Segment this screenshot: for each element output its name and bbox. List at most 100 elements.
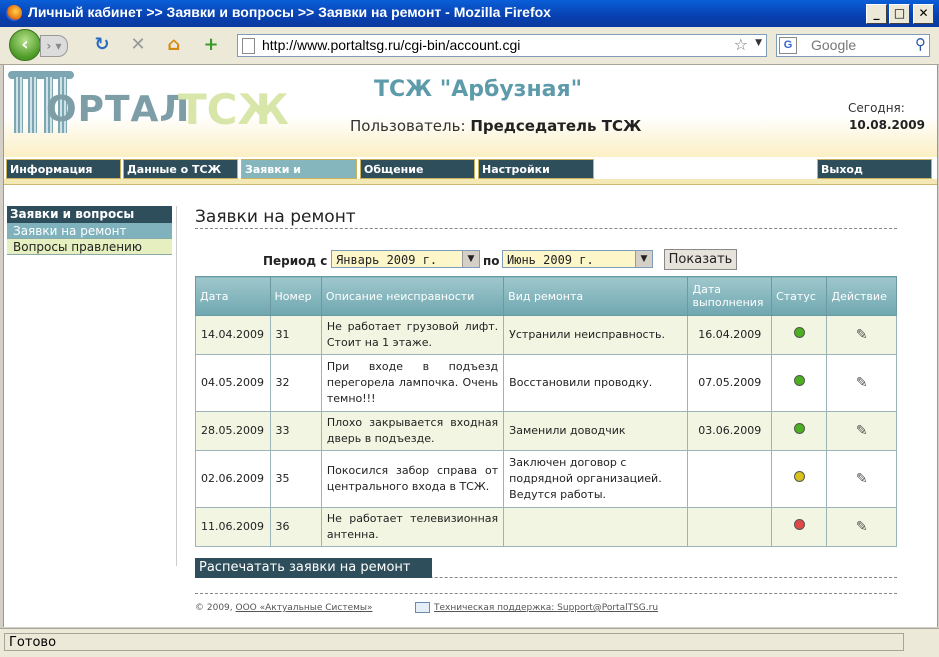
today-label: Сегодня: (848, 101, 905, 115)
cell-description: Плохо закрывается входная дверь в подъез… (320, 411, 505, 451)
support-link[interactable]: Техническая поддержка: Support@PortalTSG… (434, 603, 658, 613)
search-icon[interactable]: ⚲ (915, 35, 926, 53)
col-repair-type: Вид ремонта (503, 276, 689, 316)
footer-copyright: © 2009, ООО «Актуальные Системы» (195, 603, 373, 613)
menu-item-requests[interactable]: Заявки и вопросы (241, 159, 357, 196)
user-label: Пользователь: (350, 117, 466, 135)
edit-pencil-icon[interactable]: ✎ (856, 471, 868, 487)
cell-description: При входе в подъезд перегорела лампочка.… (320, 354, 505, 412)
period-to-label: по (483, 254, 500, 268)
sidebar-heading: Заявки и вопросы (7, 206, 172, 223)
requests-table: Дата Номер Описание неисправности Вид ре… (195, 276, 897, 547)
chevron-down-icon[interactable]: ▼ (462, 251, 479, 267)
back-button[interactable]: ‹ (9, 29, 41, 61)
page-icon (242, 38, 255, 54)
status-dot-icon (793, 519, 805, 530)
stop-icon[interactable]: ✕ (127, 34, 149, 56)
menu-item-communication[interactable]: Общение (360, 159, 475, 179)
footer-support: Техническая поддержка: Support@PortalTSG… (434, 603, 658, 613)
cell-action: ✎ (826, 354, 897, 412)
table-row: 02.06.2009 35 Покосился забор справа от це… (195, 450, 897, 508)
menu-item-logout[interactable]: Выход (817, 159, 932, 179)
period-to-select[interactable]: Июнь 2009 г. ▼ (502, 250, 653, 268)
period-from-value: Январь 2009 г. (336, 253, 438, 267)
chevron-down-icon[interactable]: ▼ (635, 251, 652, 267)
cell-action: ✎ (826, 450, 897, 508)
print-requests-button[interactable]: Распечатать заявки на ремонт (195, 558, 432, 578)
cell-status (771, 315, 828, 355)
sidebar-item-board-questions[interactable]: Вопросы правлению (7, 239, 172, 255)
show-button[interactable]: Показать (664, 249, 737, 270)
close-button[interactable]: ✕ (913, 4, 934, 24)
page-title: Заявки на ремонт (195, 207, 356, 227)
today-value: 10.08.2009 (849, 118, 925, 132)
cell-status (771, 450, 828, 508)
chevron-down-icon[interactable]: ▼ (755, 38, 762, 48)
cell-date: 11.06.2009 (195, 507, 271, 547)
menu-item-settings[interactable]: Настройки (478, 159, 594, 179)
reload-icon[interactable]: ↻ (91, 34, 113, 56)
site-title: ТСЖ "Арбузная" (374, 77, 583, 102)
company-link[interactable]: ООО «Актуальные Системы» (236, 603, 373, 613)
cell-done-date: 03.06.2009 (687, 411, 773, 451)
cell-status (771, 507, 828, 547)
cell-status (771, 354, 828, 412)
divider (195, 593, 897, 594)
cell-number: 32 (269, 354, 322, 412)
minimize-button[interactable]: _ (866, 4, 887, 24)
cell-repair-type: Заменили доводчик (503, 411, 689, 451)
menu-strip (4, 179, 937, 185)
mail-icon (415, 602, 430, 613)
cell-date: 02.06.2009 (195, 450, 271, 508)
browser-statusbar: Готово (0, 628, 939, 657)
window-title: Личный кабинет >> Заявки и вопросы >> За… (28, 4, 551, 20)
col-done-date: Дата выполнения (687, 276, 773, 316)
maximize-button[interactable]: □ (889, 4, 910, 24)
search-placeholder: Google (811, 37, 857, 53)
cell-repair-type: Восстановили проводку. (503, 354, 689, 412)
period-to-value: Июнь 2009 г. (507, 253, 594, 267)
cell-done-date (687, 450, 773, 508)
cell-repair-type: Заключен договор с подрядной организацие… (503, 450, 689, 508)
cell-number: 36 (269, 507, 322, 547)
bookmark-star-icon[interactable]: ☆ (734, 35, 748, 54)
edit-pencil-icon[interactable]: ✎ (856, 423, 868, 439)
cell-action: ✎ (826, 315, 897, 355)
cell-date: 28.05.2009 (195, 411, 271, 451)
new-tab-icon[interactable]: + (200, 34, 222, 56)
period-from-label: Период с (263, 254, 328, 268)
table-row: 04.05.2009 32 При входе в подъезд перегоре… (195, 354, 897, 412)
url-text: http://www.portaltsg.ru/cgi-bin/account.… (262, 37, 521, 53)
menu-item-info[interactable]: Информация (6, 159, 121, 179)
forward-button[interactable]: › ▾ (40, 35, 68, 57)
edit-pencil-icon[interactable]: ✎ (856, 519, 868, 535)
site-header: ОРТАЛ ТСЖ ТСЖ "Арбузная" Пользователь: П… (4, 65, 937, 157)
cell-done-date: 16.04.2009 (687, 315, 773, 355)
cell-action: ✎ (826, 507, 897, 547)
user-info: Пользователь: Председатель ТСЖ (350, 117, 641, 135)
home-icon[interactable]: ⌂ (163, 34, 185, 56)
col-number: Номер (269, 276, 322, 316)
cell-number: 35 (269, 450, 322, 508)
table-header-row: Дата Номер Описание неисправности Вид ре… (195, 276, 897, 316)
cell-action: ✎ (826, 411, 897, 451)
period-from-select[interactable]: Январь 2009 г. ▼ (331, 250, 480, 268)
google-icon[interactable]: G (779, 37, 797, 54)
address-bar[interactable]: http://www.portaltsg.ru/cgi-bin/account.… (237, 34, 767, 57)
cell-description: Не работает телевизионная антенна. (320, 507, 505, 547)
edit-pencil-icon[interactable]: ✎ (856, 375, 868, 391)
status-dot-icon (793, 327, 805, 338)
sidebar-item-repair-requests[interactable]: Заявки на ремонт (7, 223, 172, 239)
logo-text: ОРТАЛ (46, 89, 191, 130)
window-titlebar: Личный кабинет >> Заявки и вопросы >> За… (0, 0, 939, 27)
menu-item-tsg-data[interactable]: Данные о ТСЖ (123, 159, 238, 179)
edit-pencil-icon[interactable]: ✎ (856, 327, 868, 343)
cell-number: 31 (269, 315, 322, 355)
cell-number: 33 (269, 411, 322, 451)
search-box[interactable]: G Google ⚲ (776, 34, 930, 57)
user-name: Председатель ТСЖ (470, 117, 642, 135)
status-dot-icon (793, 423, 805, 434)
cell-status (771, 411, 828, 451)
col-description: Описание неисправности (320, 276, 505, 316)
cell-repair-type (503, 507, 689, 547)
